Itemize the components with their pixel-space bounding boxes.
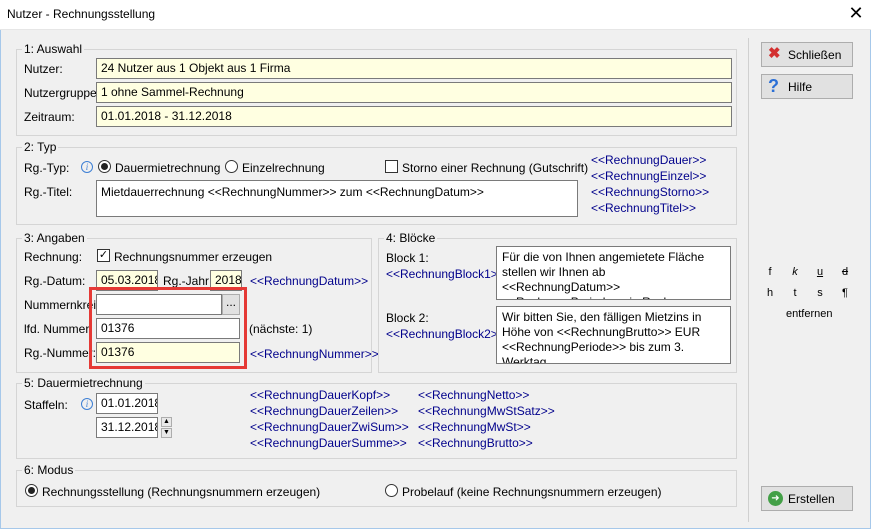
- hilfe-label: Hilfe: [788, 80, 813, 94]
- rgtitel-label: Rg.-Titel:: [24, 185, 73, 199]
- placeholder-dauer-zeilen[interactable]: <<RechnungDauerZeilen>>: [250, 403, 398, 419]
- format-s-button[interactable]: s: [814, 287, 826, 299]
- placeholder-mwst[interactable]: <<RechnungMwSt>>: [418, 419, 531, 435]
- placeholder-netto[interactable]: <<RechnungNetto>>: [418, 387, 529, 403]
- radio-einzelrechnung[interactable]: [225, 160, 238, 173]
- radio-rechnungsstellung-label[interactable]: Rechnungsstellung (Rechnungsnummern erze…: [42, 485, 320, 499]
- rechnung-label: Rechnung:: [24, 250, 83, 264]
- placeholder-rechnung-einzel[interactable]: <<RechnungEinzel>>: [591, 168, 706, 184]
- placeholder-brutto[interactable]: <<RechnungBrutto>>: [418, 435, 533, 451]
- nutzergruppe-label: Nutzergruppe:: [24, 86, 101, 100]
- naechste-label: (nächste: 1): [249, 322, 313, 336]
- placeholder-rechnung-titel[interactable]: <<RechnungTitel>>: [591, 200, 696, 216]
- format-k-button[interactable]: k: [789, 266, 801, 278]
- rechnungsnummer-erzeugen-checkbox[interactable]: ✓: [97, 249, 110, 262]
- group-bloecke-legend: 4: Blöcke: [384, 231, 438, 245]
- placeholder-dauer-zwisum[interactable]: <<RechnungDauerZwiSum>>: [250, 419, 409, 435]
- radio-einzelrechnung-label[interactable]: Einzelrechnung: [242, 161, 325, 175]
- arrow-right-icon: ➜: [768, 491, 783, 506]
- info-icon[interactable]: i: [81, 161, 93, 173]
- side-divider: [748, 38, 749, 522]
- group-modus-legend: 6: Modus: [22, 463, 76, 477]
- rechnungsnummer-erzeugen-label[interactable]: Rechnungsnummer erzeugen: [114, 250, 272, 264]
- help-icon: ?: [768, 76, 779, 96]
- group-angaben-legend: 3: Angaben: [22, 231, 87, 245]
- placeholder-block2[interactable]: <<RechnungBlock2>>: [386, 326, 505, 342]
- schliessen-label: Schließen: [788, 48, 842, 62]
- format-t-button[interactable]: t: [789, 287, 801, 299]
- nutzer-label: Nutzer:: [24, 62, 63, 76]
- staffeln-info-icon[interactable]: i: [81, 398, 93, 410]
- format-pilcrow-button[interactable]: ¶: [839, 287, 851, 299]
- block2-label: Block 2:: [386, 311, 429, 325]
- erstellen-button[interactable]: ➜ Erstellen: [761, 486, 853, 511]
- storno-label[interactable]: Storno einer Rechnung (Gutschrift): [402, 161, 588, 175]
- close-icon[interactable]: ✕: [842, 2, 870, 26]
- block2-field[interactable]: Wir bitten Sie, den fälligen Mietzins in…: [496, 306, 731, 364]
- erstellen-label: Erstellen: [788, 492, 835, 506]
- rgtitel-field[interactable]: Mietdauerrechnung <<RechnungNummer>> zum…: [96, 180, 578, 217]
- placeholder-rgdatum[interactable]: <<RechnungDatum>>: [250, 273, 368, 289]
- nutzer-field[interactable]: 24 Nutzer aus 1 Objekt aus 1 Firma: [96, 58, 732, 79]
- format-d-button[interactable]: d: [839, 266, 851, 278]
- radio-dauermietrechnung-label[interactable]: Dauermietrechnung: [115, 161, 220, 175]
- window-title: Nutzer - Rechnungsstellung: [7, 7, 156, 21]
- schliessen-button[interactable]: ✖ Schließen: [761, 42, 853, 67]
- rgjahr-label: Rg.-Jahr:: [163, 274, 213, 288]
- format-u-button[interactable]: u: [814, 266, 826, 278]
- format-f-button[interactable]: f: [764, 266, 776, 278]
- placeholder-block1[interactable]: <<RechnungBlock1>>: [386, 266, 505, 282]
- group-dauermietrechnung-legend: 5: Dauermietrechnung: [22, 376, 145, 390]
- placeholder-rechnung-storno[interactable]: <<RechnungStorno>>: [591, 184, 709, 200]
- staffel-down-icon[interactable]: ▼: [161, 428, 172, 438]
- staffel-date-2[interactable]: 31.12.2018: [96, 417, 158, 438]
- zeitraum-label: Zeitraum:: [24, 110, 75, 124]
- radio-probelauf-label[interactable]: Probelauf (keine Rechnungsnummern erzeug…: [402, 485, 661, 499]
- placeholder-rechnung-dauer[interactable]: <<RechnungDauer>>: [591, 152, 706, 168]
- block1-field[interactable]: Für die von Ihnen angemietete Fläche ste…: [496, 246, 731, 300]
- highlight-box: [89, 287, 247, 369]
- placeholder-dauer-kopf[interactable]: <<RechnungDauerKopf>>: [250, 387, 390, 403]
- placeholder-rgnummer[interactable]: <<RechnungNummer>>: [250, 346, 379, 362]
- rgnummer-label: Rg.-Nummer:: [24, 346, 97, 360]
- storno-checkbox[interactable]: [385, 160, 398, 173]
- group-auswahl-legend: 1: Auswahl: [22, 42, 85, 56]
- hilfe-button[interactable]: ? Hilfe: [761, 74, 853, 99]
- radio-dauermietrechnung[interactable]: [98, 160, 111, 173]
- group-typ-legend: 2: Typ: [22, 140, 59, 154]
- entfernen-button[interactable]: entfernen: [786, 307, 832, 321]
- title-bar: Nutzer - Rechnungsstellung ✕: [0, 0, 871, 30]
- lfd-nummer-label: lfd. Nummer:: [24, 322, 93, 336]
- radio-probelauf[interactable]: [385, 484, 398, 497]
- nutzergruppe-field[interactable]: 1 ohne Sammel-Rechnung: [96, 82, 732, 103]
- staffeln-label: Staffeln:: [24, 398, 68, 412]
- rgdatum-label: Rg.-Datum:: [24, 274, 86, 288]
- staffel-up-icon[interactable]: ▲: [161, 417, 172, 427]
- zeitraum-field[interactable]: 01.01.2018 - 31.12.2018: [96, 106, 732, 127]
- block1-label: Block 1:: [386, 251, 429, 265]
- staffel-date-1[interactable]: 01.01.2018: [96, 393, 158, 414]
- format-h-button[interactable]: h: [764, 287, 776, 299]
- rgtyp-label: Rg.-Typ:: [24, 161, 70, 175]
- placeholder-dauer-summe[interactable]: <<RechnungDauerSumme>>: [250, 435, 407, 451]
- radio-rechnungsstellung[interactable]: [25, 484, 38, 497]
- placeholder-mwst-satz[interactable]: <<RechnungMwStSatz>>: [418, 403, 555, 419]
- close-x-icon: ✖: [768, 45, 781, 62]
